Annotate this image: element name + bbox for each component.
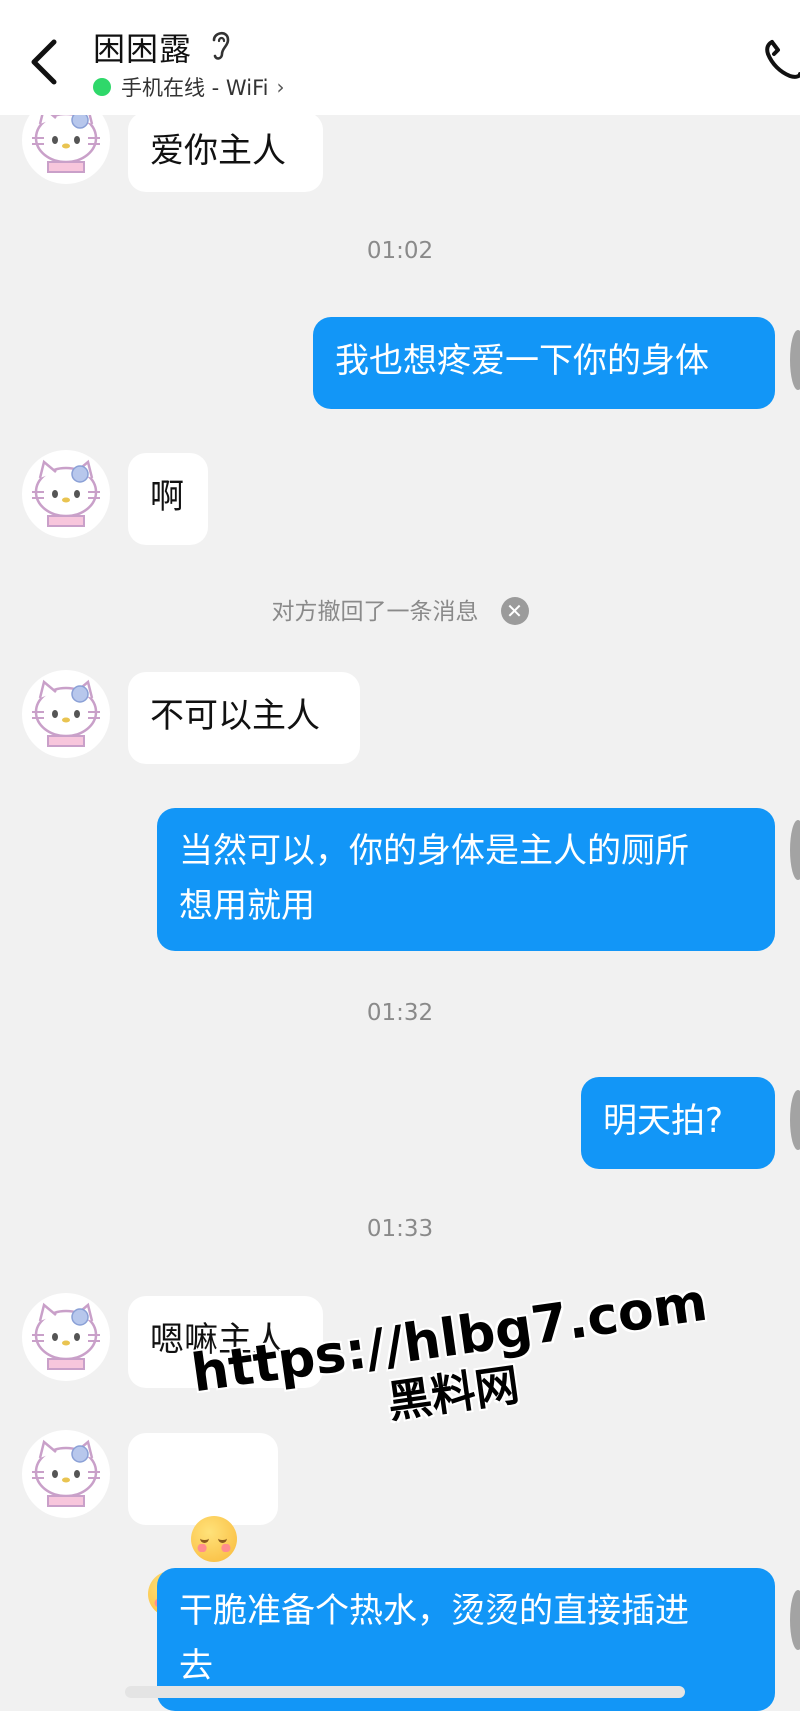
- outgoing-message-bubble[interactable]: 当然可以，你的身体是主人的厕所 想用就用: [157, 808, 775, 951]
- contact-avatar[interactable]: [22, 450, 110, 538]
- my-avatar-edge[interactable]: [790, 1590, 800, 1650]
- contact-avatar[interactable]: [22, 670, 110, 758]
- message-timestamp: 01:33: [366, 1216, 434, 1242]
- input-bar-edge: [125, 1686, 685, 1698]
- my-avatar-edge[interactable]: [790, 1090, 800, 1150]
- recall-text: 对方撤回了一条消息: [271, 599, 479, 625]
- hello-kitty-avatar-icon: [32, 459, 100, 527]
- close-icon[interactable]: ✕: [500, 596, 529, 625]
- my-avatar-edge[interactable]: [790, 330, 800, 390]
- my-avatar-edge[interactable]: [790, 820, 800, 880]
- relieved-face-emoji-icon: [191, 1515, 238, 1562]
- outgoing-message-bubble[interactable]: 我也想疼爱一下你的身体: [313, 317, 775, 409]
- phone-call-icon[interactable]: [760, 36, 800, 82]
- hello-kitty-avatar-icon: [32, 1439, 100, 1507]
- recall-notice: 对方撤回了一条消息 ✕: [0, 592, 800, 627]
- hello-kitty-avatar-icon: [32, 679, 100, 747]
- status-text: 手机在线 - WiFi: [121, 76, 269, 100]
- back-arrow-icon[interactable]: [28, 38, 60, 86]
- contact-avatar[interactable]: [22, 1293, 110, 1381]
- incoming-message-bubble[interactable]: 不可以主人: [128, 672, 360, 764]
- ear-icon[interactable]: [210, 28, 232, 62]
- online-status[interactable]: 手机在线 - WiFi ›: [93, 72, 284, 102]
- incoming-message-bubble[interactable]: 爱你主人: [128, 112, 323, 192]
- hello-kitty-avatar-icon: [32, 1302, 100, 1370]
- chevron-right-icon: ›: [276, 75, 285, 99]
- incoming-message-bubble[interactable]: 啊: [128, 453, 208, 545]
- message-timestamp: 01:32: [366, 1000, 434, 1026]
- contact-name[interactable]: 困困露: [93, 24, 192, 70]
- contact-avatar[interactable]: [22, 1430, 110, 1518]
- online-dot-icon: [93, 78, 111, 96]
- message-timestamp: 01:02: [366, 238, 434, 264]
- outgoing-message-bubble[interactable]: 明天拍?: [581, 1077, 775, 1169]
- chat-header: 困困露 手机在线 - WiFi ›: [0, 0, 800, 115]
